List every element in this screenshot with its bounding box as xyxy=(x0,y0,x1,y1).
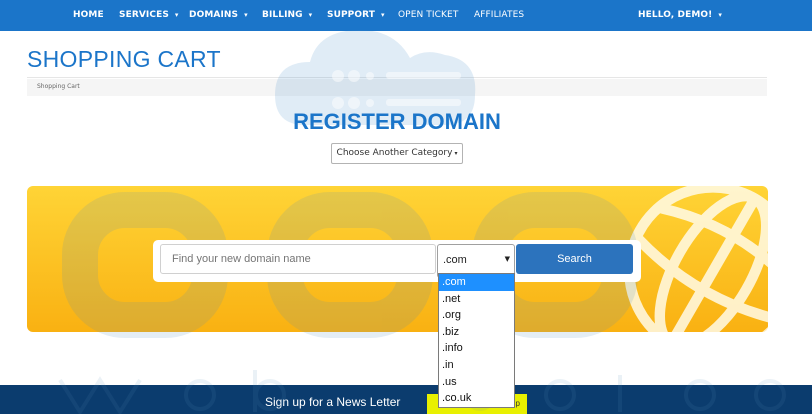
dropdown-arrow-icon: ▼ xyxy=(504,255,510,263)
top-nav: HOME SERVICES ▾ DOMAINS ▾ BILLING ▾ SUPPORT… xyxy=(0,0,812,31)
nav-item-affiliates[interactable]: AFFILIATES xyxy=(474,0,524,31)
tld-option[interactable]: .in xyxy=(439,357,514,374)
tld-option[interactable]: .com xyxy=(439,274,514,291)
tld-option[interactable]: .co.uk xyxy=(439,390,514,407)
tld-dropdown-list: .com .net .org .biz .info .in .us .co.uk xyxy=(438,273,515,408)
chevron-down-icon: ▾ xyxy=(381,11,385,19)
tld-selected-value: .com xyxy=(443,254,467,266)
nav-item-billing[interactable]: BILLING ▾ xyxy=(262,0,312,31)
chevron-down-icon: ▾ xyxy=(308,11,313,19)
breadcrumb-item[interactable]: Shopping Cart xyxy=(37,83,80,90)
user-menu[interactable]: HELLO, DEMO! ▾ xyxy=(638,0,722,31)
newsletter-text: Sign up for a News Letter xyxy=(265,395,401,409)
nav-item-open-ticket[interactable]: OPEN TICKET xyxy=(398,0,458,31)
newsletter-footer: Sign up for a News Letter p xyxy=(0,385,812,414)
domain-search-form: .com ▼ Search xyxy=(153,240,641,282)
tld-option[interactable]: .info xyxy=(439,340,514,357)
chevron-down-icon: ▾ xyxy=(244,11,248,19)
chevron-down-icon: ▾ xyxy=(718,11,722,19)
register-domain-heading: REGISTER DOMAIN xyxy=(293,109,501,134)
nav-item-domains[interactable]: DOMAINS ▾ xyxy=(189,0,248,31)
tld-option[interactable]: .biz xyxy=(439,324,514,341)
nav-item-home[interactable]: HOME xyxy=(73,0,104,31)
chevron-down-icon: ▾ xyxy=(454,150,458,157)
search-button[interactable]: Search xyxy=(516,244,633,274)
choose-category-button[interactable]: Choose Another Category ▾ xyxy=(331,143,463,164)
nav-item-support[interactable]: SUPPORT ▾ xyxy=(327,0,385,31)
title-divider xyxy=(27,77,767,78)
nav-item-services[interactable]: SERVICES ▾ xyxy=(119,0,179,31)
domain-search-input[interactable] xyxy=(160,244,436,274)
breadcrumb: Shopping Cart xyxy=(27,79,767,96)
tld-option[interactable]: .net xyxy=(439,291,514,308)
tld-option[interactable]: .us xyxy=(439,374,514,391)
tld-option[interactable]: .org xyxy=(439,307,514,324)
chevron-down-icon: ▾ xyxy=(174,11,179,19)
page-title: SHOPPING CART xyxy=(27,46,221,72)
